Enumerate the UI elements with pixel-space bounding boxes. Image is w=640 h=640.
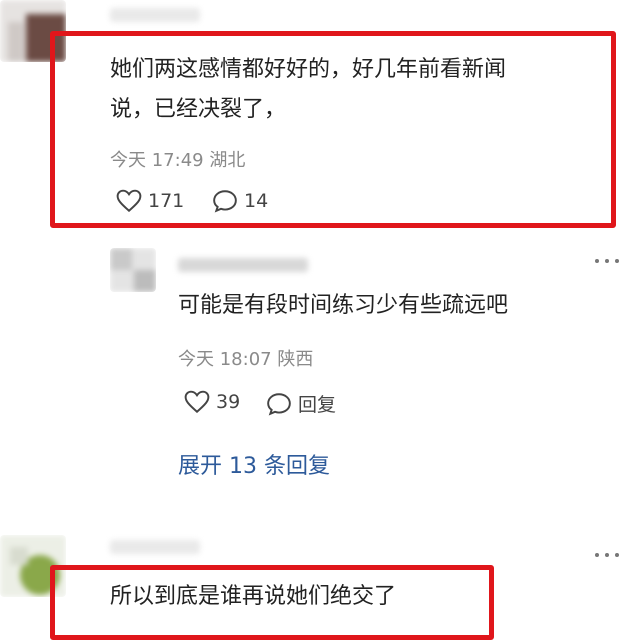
avatar-image <box>110 248 156 292</box>
like-count: 171 <box>148 190 185 212</box>
like-count: 39 <box>216 391 241 413</box>
comment-text: 可能是有段时间练习少有些疏远吧 <box>178 293 509 318</box>
comment-time: 今天 18:07 <box>178 349 272 370</box>
comment-text: 所以到底是谁再说她们绝交了 <box>110 584 397 609</box>
username-blurred[interactable] <box>110 8 200 22</box>
expand-replies-link[interactable]: 展开 13 条回复 <box>178 448 330 480</box>
reply-button[interactable]: 回复 <box>266 390 336 417</box>
comment-icon <box>267 392 291 415</box>
like-button[interactable]: 171 <box>116 189 184 213</box>
username-blurred[interactable] <box>178 258 308 272</box>
comment-text-line: 她们两这感情都好好的，好几年前看新闻 <box>110 57 507 82</box>
comment-text: 她们两这感情都好好的，好几年前看新闻 说，已经决裂了， <box>110 50 600 130</box>
avatar[interactable] <box>110 248 156 292</box>
comment-icon <box>213 190 237 213</box>
comment-location: 湖北 <box>209 150 246 171</box>
username-blurred[interactable] <box>110 540 200 554</box>
like-button[interactable]: 39 <box>184 390 240 414</box>
more-icon[interactable] <box>593 257 621 265</box>
reply-count: 14 <box>244 190 269 212</box>
comment-meta: 今天 18:07 陕西 <box>178 345 313 371</box>
more-dots <box>595 553 619 557</box>
comment-text-line: 说，已经决裂了， <box>110 97 287 122</box>
heart-icon <box>116 189 142 213</box>
more-dots <box>595 259 619 263</box>
comment-location: 陕西 <box>277 349 314 370</box>
comment-meta: 今天 17:49 湖北 <box>110 146 245 172</box>
reply-button[interactable]: 14 <box>212 189 268 213</box>
comment-time: 今天 17:49 <box>110 150 204 171</box>
heart-icon <box>184 390 210 414</box>
reply-label: 回复 <box>298 394 337 416</box>
more-icon[interactable] <box>593 551 621 559</box>
